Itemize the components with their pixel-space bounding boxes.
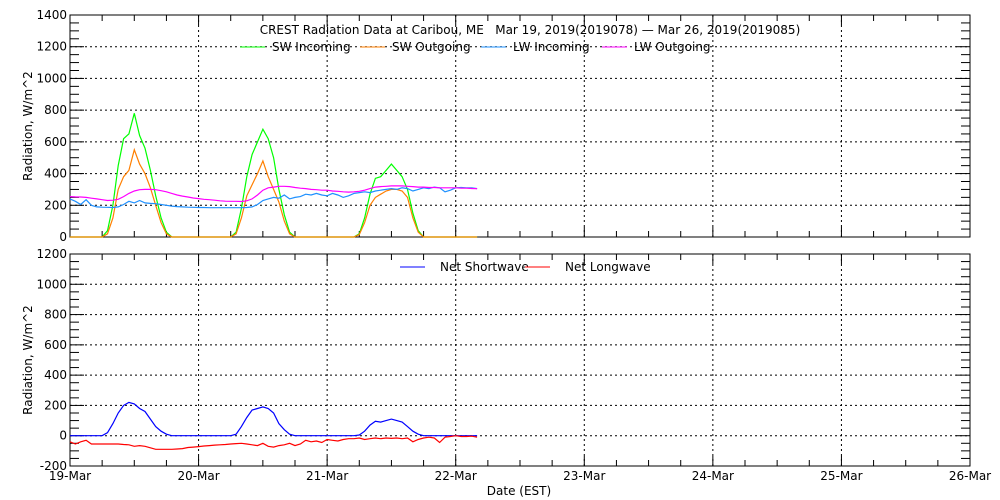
series-line-net-shortwave: [70, 401, 478, 437]
bottom-panel: -20002004006008001000120019-Mar 20-Mar 21-…: [36, 247, 991, 483]
top-panel: 0 200 400 600 800 1000 1200 1400 SW Incoming SW O…: [36, 8, 971, 244]
x-tick-label: 23-Mar: [563, 469, 605, 483]
top-y-axis-label: Radiation, W/m^2: [21, 71, 35, 181]
y-tick-label: 600: [44, 135, 67, 149]
x-axis-label: Date (EST): [487, 484, 551, 498]
plot-frame: [69, 253, 971, 467]
x-tick-label: 25-Mar: [820, 469, 862, 483]
legend-label: Net Longwave: [565, 260, 651, 274]
chart-title: CREST Radiation Data at Caribou, ME Mar …: [260, 23, 801, 37]
y-tick-label: 200: [44, 198, 67, 212]
legend-label: LW Incoming: [513, 40, 590, 54]
y-tick-label: 0: [59, 429, 67, 443]
x-tick-label: 20-Mar: [177, 469, 219, 483]
y-tick-label: 0: [59, 230, 67, 244]
y-tick-label: 1000: [36, 71, 67, 85]
y-tick-label: 1000: [36, 277, 67, 291]
y-tick-label: 800: [44, 308, 67, 322]
y-tick-label: 400: [44, 368, 67, 382]
legend-label: SW Outgoing: [392, 40, 471, 54]
x-tick-label: 24-Mar: [692, 469, 734, 483]
y-tick-label: 1200: [36, 40, 67, 54]
y-tick-label: 800: [44, 103, 67, 117]
legend-label: Net Shortwave: [440, 260, 529, 274]
y-tick-label: 400: [44, 167, 67, 181]
bottom-y-axis-label: Radiation, W/m^2: [21, 305, 35, 415]
series-line-net-longwave: [69, 435, 478, 450]
x-tick-label: 22-Mar: [435, 469, 477, 483]
x-tick-label: 19-Mar: [49, 469, 91, 483]
y-tick-label: 1200: [36, 247, 67, 261]
y-tick-label: 600: [44, 338, 67, 352]
legend-label: SW Incoming: [272, 40, 351, 54]
y-tick-label: 200: [44, 398, 67, 412]
x-tick-label: 26-Mar: [949, 469, 991, 483]
y-tick-label: 1400: [36, 8, 67, 22]
series-line-sw-incoming: [70, 113, 478, 238]
radiation-chart: CREST Radiation Data at Caribou, ME Mar …: [21, 8, 991, 498]
legend-label: LW Outgoing: [634, 40, 711, 54]
x-tick-label: 21-Mar: [306, 469, 348, 483]
